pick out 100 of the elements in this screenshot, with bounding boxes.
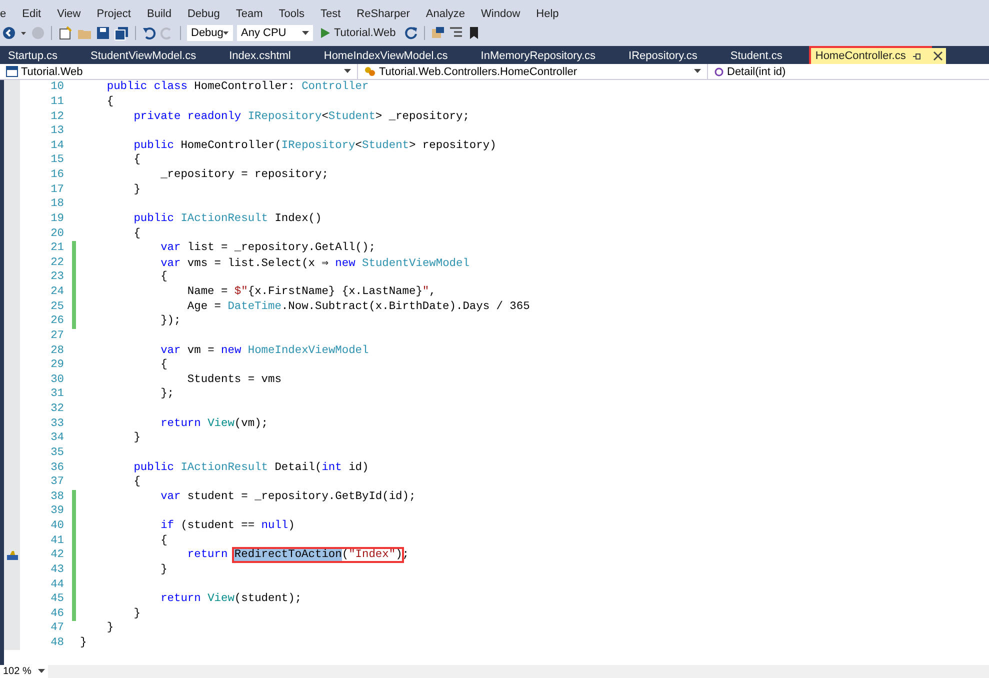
menu-item[interactable]: Help [528, 8, 567, 20]
code-line: Students = vms [186, 374, 282, 386]
menu-item[interactable]: Team [228, 8, 271, 20]
code-line: { [132, 228, 140, 240]
code-line: var student = _repository.GetById(id); [160, 490, 416, 503]
code-line: { [106, 96, 114, 108]
line-number: 17 [50, 184, 64, 196]
file-tab[interactable]: Index.cshtml [225, 48, 300, 64]
dropdown-arrow-icon[interactable] [694, 69, 701, 74]
line-number: 18 [50, 198, 64, 210]
zoom-dropdown[interactable]: 102 % [0, 665, 48, 678]
line-number: 28 [50, 344, 64, 357]
back-icon[interactable] [2, 26, 16, 40]
line-number: 42 [50, 549, 64, 562]
file-tab[interactable]: Startup.cs [4, 48, 67, 64]
configuration-dropdown[interactable]: Debug [187, 25, 233, 41]
platform-dropdown[interactable]: Any CPU [237, 25, 313, 41]
menu-item[interactable]: ReSharper [348, 8, 418, 20]
code-line: public IActionResult Detail(int id) [132, 462, 369, 474]
line-number: 34 [50, 432, 64, 444]
code-line: Age = DateTime.Now.Subtract(x.BirthDate).Days / 365 [186, 300, 530, 313]
menu-item[interactable]: Build [139, 8, 180, 20]
menu-item[interactable]: Project [88, 8, 139, 20]
menu-item[interactable]: View [49, 8, 89, 20]
menu-item[interactable]: Debug [179, 8, 228, 20]
save-icon[interactable] [96, 26, 110, 40]
file-tab[interactable]: HomeController.cs [811, 48, 930, 64]
code-line: public IActionResult Index() [132, 212, 322, 225]
line-number: 46 [50, 608, 64, 620]
menu-item[interactable]: Edit [14, 8, 50, 20]
line-number: 36 [50, 462, 64, 474]
menu-item[interactable]: e [0, 8, 14, 20]
indent-icon[interactable] [448, 26, 463, 40]
window-icon[interactable] [430, 26, 445, 40]
line-number: 15 [50, 154, 64, 166]
code-line: } [160, 564, 168, 576]
file-tab[interactable]: IRepository.cs [624, 48, 706, 64]
menu-item[interactable]: Window [473, 8, 528, 20]
file-tab[interactable]: StudentViewModel.cs [86, 48, 206, 64]
code-line: return View(student); [160, 593, 302, 606]
dropdown-arrow-icon[interactable] [302, 30, 309, 36]
code-line: { [160, 359, 168, 372]
code-line: { [132, 476, 140, 488]
file-tab[interactable]: Student.cs [726, 48, 792, 64]
line-number: 30 [50, 374, 64, 386]
line-number: 12 [50, 110, 64, 123]
code-line: var list = _repository.GetAll(); [160, 242, 376, 254]
code-line: if (student == null) [160, 520, 295, 532]
code-line: { [132, 154, 140, 166]
line-number: 26 [50, 315, 64, 328]
line-number: 45 [50, 593, 64, 606]
refresh-icon[interactable] [404, 26, 418, 40]
code-line: } [132, 184, 140, 196]
code-line: }); [160, 315, 181, 328]
type-dropdown[interactable]: Tutorial.Web.Controllers.HomeController [358, 64, 708, 79]
file-tab[interactable]: InMemoryRepository.cs [476, 48, 605, 64]
class-icon [364, 66, 376, 77]
pin-icon[interactable] [912, 52, 921, 60]
code-line: public HomeController(IRepository<Student> repository) [132, 140, 496, 152]
code-line: } [132, 608, 140, 620]
line-number: 23 [50, 271, 64, 284]
code-line: _repository = repository; [160, 169, 328, 182]
dropdown-arrow-icon[interactable] [344, 69, 351, 74]
close-icon[interactable] [930, 48, 946, 64]
menu-item[interactable]: Tools [270, 8, 312, 20]
line-number: 38 [50, 490, 64, 503]
code-line: public class HomeController: Controller [106, 81, 369, 94]
code-line: Name = $"{x.FirstName} {x.LastName}", [186, 286, 436, 298]
line-number: 25 [50, 300, 64, 313]
line-number: 22 [50, 256, 64, 269]
file-tab[interactable]: HomeIndexViewModel.cs [320, 48, 457, 64]
project-dropdown[interactable]: Tutorial.Web [0, 64, 358, 79]
method-icon [714, 66, 724, 76]
line-number: 24 [50, 286, 64, 298]
dropdown-arrow-icon[interactable] [223, 30, 229, 36]
line-number: 11 [50, 96, 64, 108]
line-number: 31 [50, 388, 64, 400]
line-number: 16 [50, 169, 64, 182]
code-line: { [160, 534, 168, 547]
member-dropdown[interactable]: Detail(int id) [708, 64, 989, 79]
code-line: }; [160, 388, 174, 400]
line-number: 35 [50, 446, 64, 459]
line-number: 41 [50, 534, 64, 547]
line-number: 27 [50, 330, 64, 342]
line-number: 20 [50, 228, 64, 240]
line-number: 39 [50, 505, 64, 518]
new-project-icon[interactable] [58, 26, 73, 40]
save-all-icon[interactable] [114, 26, 129, 40]
line-number: 48 [50, 637, 64, 650]
dropdown-arrow-icon[interactable] [38, 669, 45, 674]
code-line: { [160, 271, 168, 284]
line-number: 32 [50, 403, 64, 416]
menu-item[interactable]: Test [312, 8, 349, 20]
line-number: 37 [50, 476, 64, 488]
undo-icon[interactable] [142, 26, 156, 40]
menu-item[interactable]: Analyze [418, 8, 474, 20]
code-line: } [106, 622, 114, 634]
line-number: 19 [50, 212, 64, 225]
line-number: 40 [50, 520, 64, 532]
run-button[interactable]: Tutorial.Web [317, 27, 400, 39]
